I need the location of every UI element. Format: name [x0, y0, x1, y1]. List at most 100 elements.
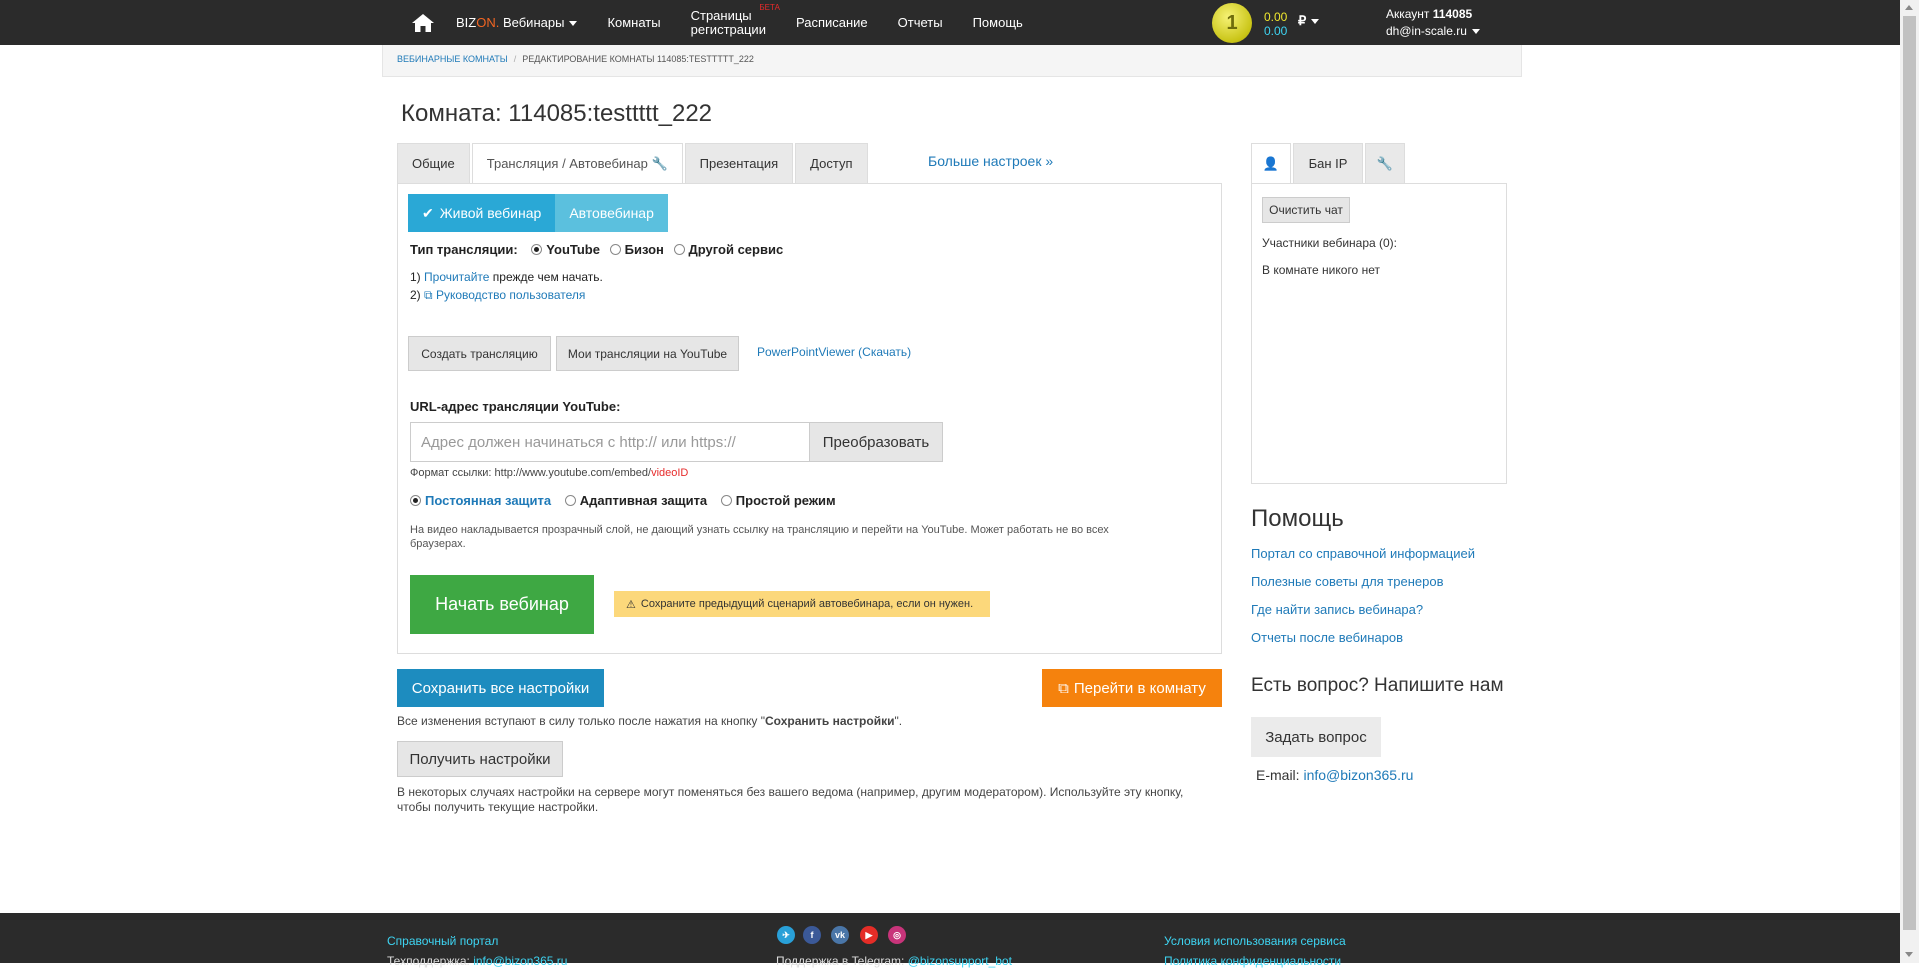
- chevron-down-icon: [1471, 29, 1480, 35]
- autowebinar-warning: ⚠ Сохраните предыдущий сценарий автовебин…: [614, 591, 990, 617]
- convert-button[interactable]: Преобразовать: [809, 422, 943, 462]
- footer-support: Техподдержка: info@bizon365.ru: [387, 954, 567, 968]
- brand-on: ON.: [476, 15, 500, 30]
- youtube-icon[interactable]: ▶: [860, 926, 878, 944]
- wrench-icon: 🔧: [651, 156, 668, 171]
- live-webinar-button[interactable]: ✔ Живой вебинар: [408, 194, 556, 232]
- user-guide-link[interactable]: ⧉ Руководство пользователя: [424, 288, 585, 302]
- radio-permanent-protection[interactable]: [410, 495, 421, 506]
- get-settings-note: В некоторых случаях настройки на сервере…: [397, 785, 1227, 815]
- permanent-protection-label: Постоянная защита: [425, 493, 552, 508]
- nav-reports[interactable]: Отчеты: [898, 15, 943, 30]
- footer-privacy-link[interactable]: Политика конфиденциальности: [1164, 954, 1341, 968]
- radio-youtube-label: YouTube: [546, 242, 600, 257]
- warning-icon: ⚠: [626, 598, 636, 611]
- external-link-icon: ⧉: [1058, 679, 1069, 697]
- chevron-down-icon: [1311, 19, 1320, 25]
- footer-help-portal-link[interactable]: Справочный портал: [387, 934, 498, 948]
- save-note-suffix: ".: [894, 714, 903, 728]
- youtube-url-input[interactable]: Адрес должен начинаться с http:// или ht…: [410, 422, 810, 462]
- sidebar-tabs: 👤 Бан IP 🔧: [1251, 143, 1407, 183]
- tab-broadcast[interactable]: Трансляция / Автовебинар 🔧: [471, 143, 683, 184]
- radio-adaptive-protection[interactable]: [564, 495, 576, 506]
- room-empty-text: В комнате никого нет: [1262, 263, 1380, 277]
- start-webinar-button[interactable]: Начать вебинар: [410, 575, 594, 634]
- page-title: Комната: 114085:testtttt_222: [401, 100, 713, 127]
- get-settings-button[interactable]: Получить настройки: [397, 741, 563, 777]
- support-email-link[interactable]: info@bizon365.ru: [1303, 767, 1413, 783]
- warning-text: Сохраните предыдущий сценарий автовебина…: [640, 598, 974, 610]
- go-to-room-label: Перейти в комнату: [1073, 679, 1206, 697]
- wrench-icon[interactable]: 🔧: [1365, 143, 1405, 183]
- radio-youtube[interactable]: [531, 244, 543, 255]
- footer-support-email[interactable]: info@bizon365.ru: [473, 954, 567, 968]
- format-prefix: Формат ссылки: http://www.youtube.com/em…: [410, 467, 652, 479]
- help-link-recording[interactable]: Где найти запись вебинара?: [1251, 602, 1423, 617]
- breadcrumb: Вебинарные комнаты / Редактирование комнат…: [382, 45, 1522, 77]
- chevron-down-icon: [569, 21, 578, 27]
- help-link-reports[interactable]: Отчеты после вебинаров: [1251, 630, 1403, 645]
- auto-webinar-button[interactable]: Автовебинар: [555, 194, 668, 232]
- save-note-prefix: Все изменения вступают в силу только пос…: [397, 714, 765, 728]
- participants-count: Участники вебинара (0):: [1262, 236, 1397, 250]
- save-all-settings-button[interactable]: Сохранить все настройки: [397, 669, 604, 707]
- currency-menu[interactable]: ₽: [1298, 13, 1320, 29]
- protection-desc-line2: браузерах.: [410, 538, 466, 550]
- tab-ban-ip[interactable]: Бан IP: [1293, 143, 1363, 183]
- format-video-id: videoID: [651, 467, 689, 479]
- create-broadcast-button[interactable]: Создать трансляцию: [408, 336, 551, 371]
- nav-registration-pages[interactable]: Страницы регистрации БЕТА: [691, 3, 780, 37]
- more-settings-link[interactable]: Больше настроек »: [928, 153, 1053, 169]
- brand-label: Вебинары: [502, 15, 565, 30]
- top-navbar: BIZON. Вебинары Комнаты Страницы регистра…: [0, 0, 1900, 45]
- brand-menu[interactable]: BIZON. Вебинары: [456, 15, 578, 30]
- nav-help[interactable]: Помощь: [973, 15, 1023, 30]
- user-icon[interactable]: 👤: [1251, 143, 1291, 183]
- breadcrumb-current: Редактирование комнаты 114085:testtttt_2…: [522, 54, 754, 64]
- tab-presentation[interactable]: Презентация: [684, 143, 794, 183]
- footer-terms-link[interactable]: Условия использования сервиса: [1164, 934, 1346, 948]
- step-1: 1) Прочитайте прежде чем начать.: [410, 270, 603, 284]
- breadcrumb-root[interactable]: Вебинарные комнаты: [397, 54, 508, 64]
- email-label: E-mail:: [1256, 767, 1300, 783]
- currency-symbol: ₽: [1298, 13, 1307, 28]
- help-link-tips[interactable]: Полезные советы для тренеров: [1251, 574, 1444, 589]
- radio-simple-mode[interactable]: [720, 495, 732, 506]
- nav-rooms[interactable]: Комнаты: [607, 15, 660, 30]
- instagram-icon[interactable]: ◎: [888, 926, 906, 944]
- settings-tabs: Общие Трансляция / Автовебинар 🔧 Презент…: [397, 143, 870, 184]
- coin-icon[interactable]: 1: [1212, 3, 1252, 43]
- ask-question-button[interactable]: Задать вопрос: [1251, 717, 1381, 757]
- url-label: URL-адрес трансляции YouTube:: [410, 399, 621, 414]
- protection-description: На видео накладывается прозрачный слой, …: [410, 523, 1210, 551]
- format-hint: Формат ссылки: http://www.youtube.com/em…: [410, 467, 688, 479]
- beta-badge: БЕТА: [759, 2, 780, 12]
- my-youtube-broadcasts-button[interactable]: Мои трансляции на YouTube: [556, 336, 739, 371]
- footer-telegram: Поддержка в Telegram: @bizonsupport_bot: [776, 954, 1012, 968]
- vk-icon[interactable]: vk: [831, 926, 849, 944]
- radio-other[interactable]: [673, 244, 685, 255]
- save-note-bold: Сохранить настройки: [765, 714, 895, 728]
- step2-prefix: 2): [410, 288, 421, 302]
- tab-general[interactable]: Общие: [397, 143, 470, 183]
- home-icon[interactable]: [410, 12, 436, 34]
- radio-bizon[interactable]: [609, 244, 621, 255]
- step1-suffix: прежде чем начать.: [492, 270, 603, 284]
- read-first-link[interactable]: Прочитайте: [424, 270, 489, 284]
- footer-support-label: Техподдержка:: [387, 954, 470, 968]
- adaptive-protection-label: Адаптивная защита: [579, 493, 708, 508]
- scroll-up-icon[interactable]: [1905, 5, 1913, 10]
- footer-telegram-link[interactable]: @bizonsupport_bot: [908, 954, 1012, 968]
- go-to-room-button[interactable]: ⧉ Перейти в комнату: [1042, 669, 1222, 707]
- help-link-portal[interactable]: Портал со справочной информацией: [1251, 546, 1475, 561]
- nav-schedule[interactable]: Расписание: [796, 15, 868, 30]
- account-menu[interactable]: Аккаунт 114085 dh@in-scale.ru: [1386, 6, 1480, 40]
- telegram-icon[interactable]: ✈: [777, 926, 795, 944]
- tab-access[interactable]: Доступ: [795, 143, 868, 183]
- scroll-down-icon[interactable]: [1905, 952, 1913, 957]
- scrollbar-thumb[interactable]: [1903, 16, 1916, 930]
- clear-chat-button[interactable]: Очистить чат: [1262, 197, 1350, 223]
- facebook-icon[interactable]: f: [803, 926, 821, 944]
- powerpoint-viewer-link[interactable]: PowerPointViewer (Скачать): [757, 345, 911, 359]
- balance[interactable]: 0.00 0.00: [1264, 10, 1287, 38]
